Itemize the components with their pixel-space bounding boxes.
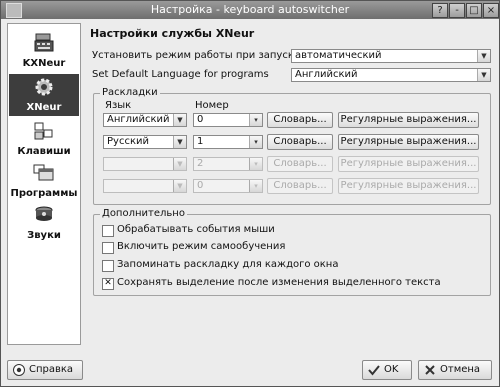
startup-mode-select[interactable]: автоматический ▼ <box>291 49 491 63</box>
regex-button[interactable]: Регулярные выражения... <box>338 178 479 194</box>
sidebar-item-programs[interactable]: Программы <box>9 160 79 202</box>
chevron-down-icon: ▼ <box>477 69 490 81</box>
layout-language-select[interactable]: ▼ <box>103 157 187 171</box>
chevron-down-icon: ▼ <box>173 158 186 170</box>
language-column-header: Язык <box>105 100 132 111</box>
spin-arrows-icon: ▾ <box>249 158 262 170</box>
chevron-down-icon: ▼ <box>173 180 186 192</box>
programs-icon <box>33 164 54 181</box>
regex-button[interactable]: Регулярные выражения... <box>338 156 479 172</box>
dictionary-button[interactable]: Словарь... <box>267 134 333 150</box>
layout-language-select[interactable]: Английский ▼ <box>103 113 187 127</box>
checkbox[interactable] <box>102 225 114 237</box>
startup-mode-label: Установить режим работы при запуске <box>92 50 301 61</box>
window-title: Настройка - keyboard autoswitcher <box>150 3 350 16</box>
cancel-icon <box>425 365 435 375</box>
category-sidebar: KXNeur XNeur Клавиши Программы Звуки <box>7 23 81 345</box>
minimize-button[interactable]: - <box>449 3 465 18</box>
checkbox[interactable] <box>102 242 114 254</box>
layout-number-spinbox[interactable]: 2 ▾ <box>193 157 263 171</box>
dictionary-button[interactable]: Словарь... <box>267 178 333 194</box>
help-button[interactable]: Справка <box>7 360 83 380</box>
sidebar-item-label: KXNeur <box>22 58 66 69</box>
help-title-button[interactable]: ? <box>432 3 448 18</box>
layout-language-select[interactable]: Русский ▼ <box>103 135 187 149</box>
chevron-down-icon: ▼ <box>477 50 490 62</box>
chevron-down-icon: ▼ <box>173 114 186 126</box>
settings-window: Настройка - keyboard autoswitcher ? - □ … <box>0 0 500 387</box>
sidebar-item-label: Звуки <box>27 230 61 241</box>
sidebar-item-keys[interactable]: Клавиши <box>9 118 79 160</box>
checkbox-checked[interactable]: ✕ <box>102 278 114 290</box>
layout-number-spinbox[interactable]: 0 ▾ <box>193 113 263 127</box>
dictionary-button[interactable]: Словарь... <box>267 112 333 128</box>
sidebar-item-label: Программы <box>10 188 78 199</box>
regex-button[interactable]: Регулярные выражения... <box>338 134 479 150</box>
keyboard-flag-icon <box>34 33 54 52</box>
checkmark-icon <box>368 365 380 376</box>
sidebar-item-label: XNeur <box>26 102 62 113</box>
default-language-select[interactable]: Английский ▼ <box>291 68 491 82</box>
extra-options-legend: Дополнительно <box>100 208 187 219</box>
ok-button[interactable]: OK <box>362 360 412 380</box>
layout-language-select[interactable]: ▼ <box>103 179 187 193</box>
sidebar-item-xneur[interactable]: XNeur <box>9 74 79 116</box>
regex-button[interactable]: Регулярные выражения... <box>338 112 479 128</box>
sidebar-item-kxneur[interactable]: KXNeur <box>9 30 79 72</box>
checkbox[interactable] <box>102 260 114 272</box>
layouts-legend: Раскладки <box>100 87 160 98</box>
close-button[interactable]: × <box>483 3 499 18</box>
layout-number-spinbox[interactable]: 1 ▾ <box>193 135 263 149</box>
cancel-button[interactable]: Отмена <box>418 360 492 380</box>
keys-icon <box>34 122 53 140</box>
sidebar-item-sounds[interactable]: Звуки <box>9 202 79 244</box>
spin-arrows-icon: ▾ <box>249 114 262 126</box>
spin-arrows-icon: ▾ <box>249 136 262 148</box>
spin-arrows-icon: ▾ <box>249 180 262 192</box>
title-bar: Настройка - keyboard autoswitcher ? - □ … <box>1 1 499 19</box>
section-title: Настройки службы XNeur <box>90 27 255 40</box>
maximize-button[interactable]: □ <box>466 3 482 18</box>
layout-number-spinbox[interactable]: 0 ▾ <box>193 179 263 193</box>
number-column-header: Номер <box>195 100 229 111</box>
speaker-icon <box>35 206 53 221</box>
gear-icon <box>35 78 53 96</box>
help-icon <box>13 364 25 376</box>
dictionary-button[interactable]: Словарь... <box>267 156 333 172</box>
chevron-down-icon: ▼ <box>173 136 186 148</box>
sidebar-item-label: Клавиши <box>17 146 71 157</box>
default-language-label: Set Default Language for programs <box>92 69 269 80</box>
